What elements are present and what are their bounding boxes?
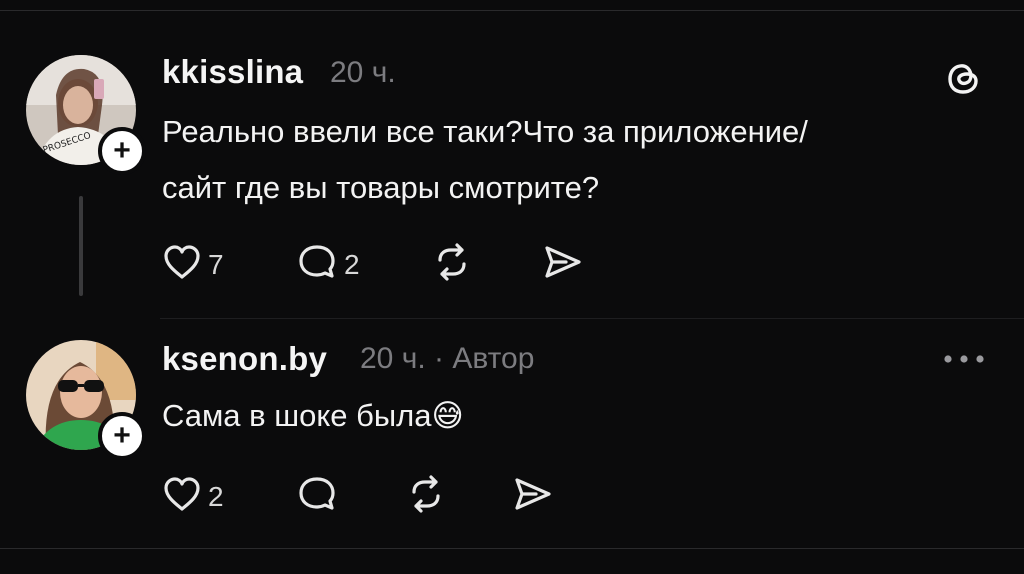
comment-icon bbox=[296, 474, 338, 519]
post-ksenon-by[interactable]: + ksenon.by 20 ч. · Автор Сама в шоке бы… bbox=[0, 318, 1024, 548]
more-options-icon[interactable] bbox=[942, 352, 986, 370]
post-actions: 2 bbox=[162, 474, 554, 519]
like-button[interactable]: 2 bbox=[162, 475, 296, 518]
share-button[interactable] bbox=[512, 474, 554, 519]
reply-button[interactable]: 2 bbox=[296, 242, 432, 287]
sweat-smile-emoji-icon: 😅 bbox=[431, 398, 464, 433]
follow-button[interactable]: + bbox=[98, 412, 146, 460]
post-text-content: Сама в шоке была bbox=[162, 398, 432, 433]
repost-button[interactable] bbox=[406, 474, 512, 519]
plus-icon: + bbox=[113, 134, 131, 167]
post-timestamp: 20 ч. bbox=[330, 56, 396, 89]
follow-button[interactable]: + bbox=[98, 127, 146, 175]
heart-icon bbox=[162, 243, 202, 286]
post-text: Сама в шоке была😅 bbox=[162, 388, 464, 444]
reply-count: 2 bbox=[344, 248, 360, 280]
post-timestamp-author: 20 ч. · Автор bbox=[360, 342, 535, 375]
plus-icon: + bbox=[113, 419, 131, 452]
post-text-line-1: Реально ввели все таки?Что за приложение… bbox=[162, 114, 808, 149]
username[interactable]: ksenon.by bbox=[162, 340, 327, 378]
reply-button[interactable] bbox=[296, 474, 406, 519]
avatar-container[interactable]: PROSECCO + bbox=[26, 55, 146, 175]
repost-button[interactable] bbox=[432, 242, 542, 287]
share-icon bbox=[512, 474, 554, 519]
repost-icon bbox=[406, 474, 446, 519]
like-button[interactable]: 7 bbox=[162, 243, 296, 286]
share-icon bbox=[542, 242, 584, 287]
username[interactable]: kkisslina bbox=[162, 53, 303, 91]
share-button[interactable] bbox=[542, 242, 584, 287]
post-kkisslina[interactable]: PROSECCO + kkisslina 20 ч. Реально ввели… bbox=[0, 0, 1024, 318]
post-text-line-2: сайт где вы товары смотрите? bbox=[162, 170, 600, 205]
threads-logo-icon[interactable] bbox=[944, 58, 984, 103]
comment-icon bbox=[296, 242, 338, 287]
post-actions: 7 2 bbox=[162, 242, 584, 287]
threads-screen: PROSECCO + kkisslina 20 ч. Реально ввели… bbox=[0, 0, 1024, 574]
like-count: 7 bbox=[208, 248, 224, 280]
heart-icon bbox=[162, 475, 202, 518]
repost-icon bbox=[432, 242, 472, 287]
bottom-divider bbox=[0, 548, 1024, 549]
thread-connector-line bbox=[79, 196, 83, 296]
avatar-container[interactable]: + bbox=[26, 340, 146, 460]
like-count: 2 bbox=[208, 480, 224, 512]
